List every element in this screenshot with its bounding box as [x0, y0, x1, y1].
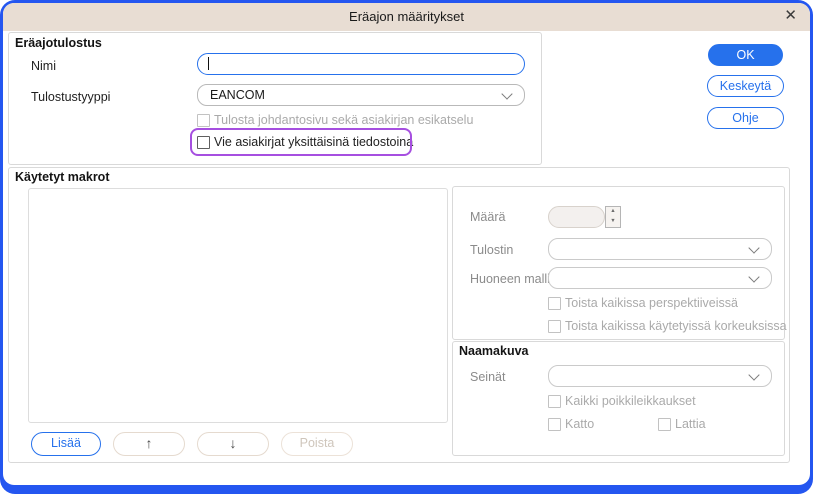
titlebar[interactable]: Eräajon määritykset ✕ — [3, 3, 810, 31]
macros-list[interactable] — [28, 188, 448, 423]
intro-page-checkbox-label: Tulosta johdantosivu sekä asiakirjan esi… — [214, 113, 474, 127]
add-button[interactable]: Lisää — [31, 432, 101, 456]
print-type-select[interactable]: EANCOM — [197, 84, 525, 106]
printer-label: Tulostin — [470, 243, 514, 257]
quantity-label: Määrä — [470, 210, 506, 224]
print-type-label: Tulostustyyppi — [31, 90, 111, 104]
move-up-button[interactable]: ↑ — [113, 432, 185, 456]
help-button[interactable]: Ohje — [707, 107, 784, 129]
remove-button: Poista — [281, 432, 353, 456]
arrow-up-icon: ↑ — [145, 435, 153, 451]
walls-label: Seinät — [470, 370, 506, 384]
move-down-button[interactable]: ↓ — [197, 432, 269, 456]
batch-settings-dialog: Eräajon määritykset ✕ Eräajotulostus Nim… — [0, 0, 813, 494]
export-individual-files-checkbox[interactable] — [197, 136, 210, 149]
cross-sections-checkbox — [548, 395, 561, 408]
room-model-select — [548, 267, 772, 289]
used-macros-group: Käytetyt makrot Lisää ↑ ↓ Poista Määrä ▲… — [8, 167, 790, 463]
ok-button[interactable]: OK — [708, 44, 783, 66]
repeat-heights-checkbox — [548, 320, 561, 333]
print-output-group: Eräajotulostus Nimi Tulostustyyppi EANCO… — [8, 32, 542, 165]
chevron-down-icon — [748, 271, 760, 283]
floor-checkbox-label: Lattia — [675, 417, 706, 431]
intro-page-checkbox — [197, 114, 210, 127]
name-input[interactable] — [197, 53, 525, 75]
chevron-down-icon — [748, 242, 760, 254]
print-output-group-title: Eräajotulostus — [15, 36, 102, 50]
export-individual-files-checkbox-label: Vie asiakirjat yksittäisinä tiedostoina — [214, 135, 414, 149]
arrow-down-icon: ↓ — [229, 435, 237, 451]
chevron-down-icon — [501, 88, 513, 100]
close-icon[interactable]: ✕ — [784, 7, 797, 25]
name-label: Nimi — [31, 59, 56, 73]
repeat-heights-checkbox-label: Toista kaikissa käytetyissä korkeuksissa — [565, 319, 787, 333]
dialog-title: Eräajon määritykset — [349, 9, 464, 24]
used-macros-group-title: Käytetyt makrot — [15, 170, 110, 184]
repeat-perspectives-checkbox — [548, 297, 561, 310]
chevron-down-icon — [748, 369, 760, 381]
quantity-stepper: ▲ ▼ — [605, 206, 621, 228]
ceiling-checkbox-label: Katto — [565, 417, 595, 431]
print-settings-panel: Määrä ▲ ▼ Tulostin Huoneen malli Toista … — [452, 186, 787, 340]
floor-checkbox — [658, 418, 671, 431]
text-caret — [208, 57, 209, 70]
repeat-perspectives-checkbox-label: Toista kaikissa perspektiiveissä — [565, 296, 738, 310]
walls-select — [548, 365, 772, 387]
facade-group-title: Naamakuva — [459, 344, 529, 358]
printer-select — [548, 238, 772, 260]
facade-group: Naamakuva Seinät Kaikki poikkileikkaukse… — [452, 341, 785, 456]
spinner-down-icon: ▼ — [606, 217, 620, 227]
room-model-label: Huoneen malli — [470, 272, 550, 286]
dialog-content: Eräajon määritykset ✕ Eräajotulostus Nim… — [3, 3, 810, 485]
print-type-value: EANCOM — [210, 88, 265, 102]
screen: Eräajon määritykset ✕ Eräajotulostus Nim… — [0, 0, 813, 494]
cross-sections-checkbox-label: Kaikki poikkileikkaukset — [565, 394, 696, 408]
ceiling-checkbox — [548, 418, 561, 431]
cancel-button[interactable]: Keskeytä — [707, 75, 784, 97]
quantity-input — [548, 206, 605, 228]
